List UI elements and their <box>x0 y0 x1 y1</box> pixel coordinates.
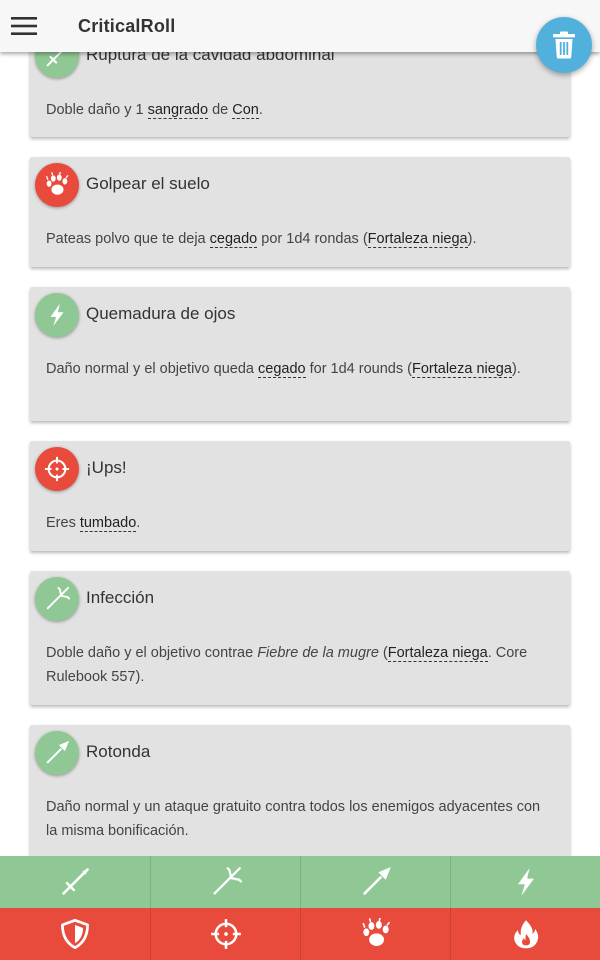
body-text: Doble daño y el objetivo contrae <box>46 645 258 661</box>
emphasis-text: Fiebre de la mugre <box>257 645 379 661</box>
paw-icon <box>46 172 69 195</box>
trash-icon <box>553 31 575 59</box>
app-root: Ruptura de la cavidad abdominal Doble da… <box>0 0 600 960</box>
menu-button[interactable] <box>0 0 48 52</box>
card-title: Infección <box>86 588 155 607</box>
body-text: ( <box>378 645 388 661</box>
body-text: ). <box>511 361 521 377</box>
category-button[interactable] <box>450 856 600 908</box>
card-title: ¡Ups! <box>86 458 127 477</box>
lightning-icon <box>517 868 534 896</box>
critical-card[interactable]: ¡Ups! Eres tumbado. <box>30 441 570 551</box>
card-body: Daño normal y el objetivo queda cegado f… <box>46 357 546 381</box>
category-button[interactable] <box>150 908 300 960</box>
rule-term-link[interactable]: sangrado <box>147 102 209 119</box>
category-button[interactable] <box>150 856 300 908</box>
rule-term-link[interactable]: tumbado <box>79 515 137 532</box>
trident-icon <box>212 867 242 895</box>
rule-term-link[interactable]: Fortaleza niega <box>367 231 468 248</box>
clear-button[interactable] <box>536 17 592 73</box>
crosshair-icon <box>44 456 70 482</box>
card-badge <box>35 731 79 775</box>
body-text: . <box>136 515 141 531</box>
card-title: Rotonda <box>86 742 151 761</box>
top-app-bar: CriticalRoll <box>0 0 600 52</box>
body-text: Pateas polvo que te deja <box>46 231 210 247</box>
critical-card[interactable]: Quemadura de ojos Daño normal y el objet… <box>30 287 570 421</box>
card-badge <box>35 293 79 337</box>
card-badge <box>35 577 79 621</box>
body-text: Daño normal y el objetivo queda <box>46 361 258 377</box>
trident-icon <box>46 586 70 610</box>
card-title: Quemadura de ojos <box>86 304 236 323</box>
card-body: Doble daño y 1 sangrado de Con. <box>46 98 546 122</box>
shield-icon <box>61 918 89 950</box>
critical-card[interactable]: Rotonda Daño normal y un ataque gratuito… <box>30 725 570 856</box>
card-badge <box>35 447 79 491</box>
category-button[interactable] <box>0 856 150 908</box>
card-body: Eres tumbado. <box>46 511 546 535</box>
crosshair-icon <box>210 919 241 949</box>
critical-card[interactable]: Infección Doble daño y el objetivo contr… <box>30 571 570 705</box>
fire-icon <box>513 920 538 949</box>
body-text: ). <box>467 231 477 247</box>
rule-term-link[interactable]: cegado <box>209 231 258 248</box>
rule-term-link[interactable]: Fortaleza niega <box>411 361 512 378</box>
critical-card[interactable]: Golpear el suelo Pateas polvo que te dej… <box>30 157 570 267</box>
card-title: Golpear el suelo <box>86 174 210 193</box>
category-button[interactable] <box>300 908 450 960</box>
hamburger-icon <box>11 17 37 35</box>
body-text: por 1d4 rondas ( <box>257 231 368 247</box>
category-button[interactable] <box>300 856 450 908</box>
confirm-category-bar <box>0 856 600 908</box>
fumble-category-bar <box>0 908 600 960</box>
body-text: Doble daño y 1 <box>46 102 148 118</box>
rule-term-link[interactable]: cegado <box>258 361 306 378</box>
app-title: CriticalRoll <box>78 15 176 36</box>
body-text: Daño normal y un ataque gratuito contra … <box>46 799 541 839</box>
spear-icon <box>362 867 391 895</box>
spear-icon <box>46 740 70 764</box>
critical-card-list[interactable]: Ruptura de la cavidad abdominal Doble da… <box>0 0 600 856</box>
body-text: for 1d4 rounds ( <box>305 361 412 377</box>
category-button[interactable] <box>0 908 150 960</box>
rule-term-link[interactable]: Fortaleza niega <box>387 645 488 662</box>
card-badge <box>35 163 79 207</box>
rule-term-link[interactable]: Con <box>232 102 259 119</box>
card-body: Doble daño y el objetivo contrae Fiebre … <box>46 641 546 689</box>
body-text: . <box>258 102 263 118</box>
sword-icon <box>62 868 89 895</box>
card-body: Pateas polvo que te deja cegado por 1d4 … <box>46 227 546 251</box>
card-body: Daño normal y un ataque gratuito contra … <box>46 795 546 843</box>
lightning-icon <box>50 303 64 327</box>
category-button[interactable] <box>450 908 600 960</box>
body-text: de <box>208 102 233 118</box>
paw-icon <box>362 918 390 946</box>
body-text: Eres <box>46 515 80 531</box>
